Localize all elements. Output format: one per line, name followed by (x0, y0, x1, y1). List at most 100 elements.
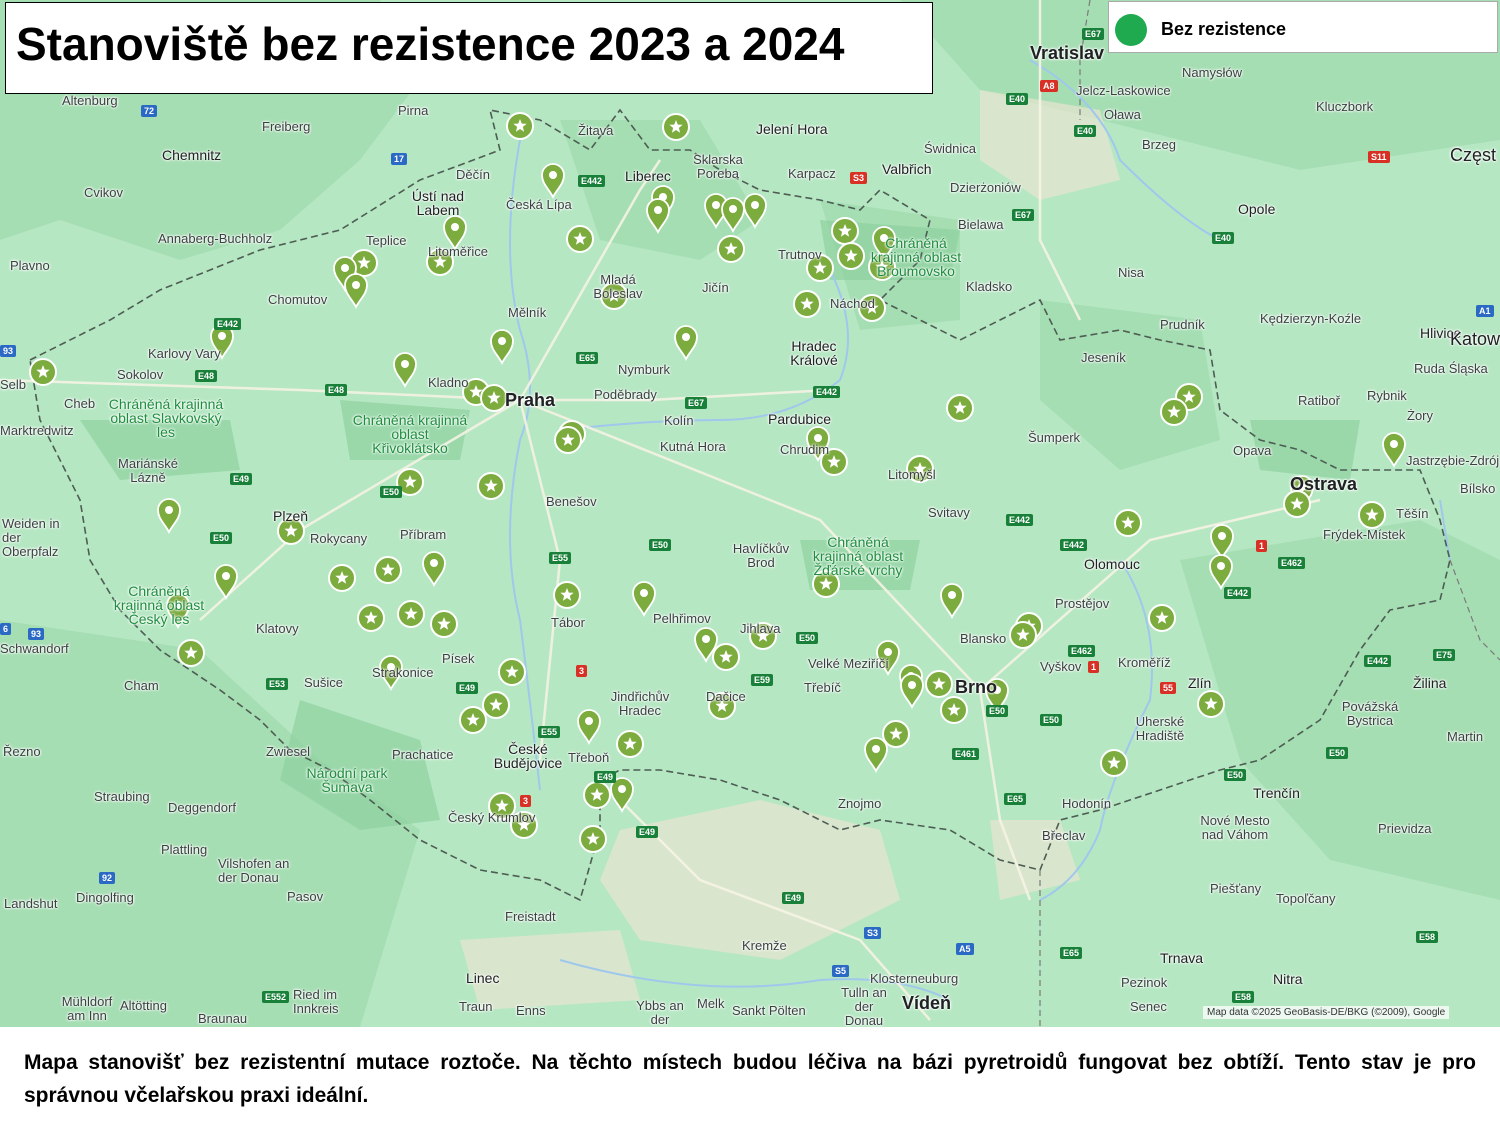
place-label: Jelení Hora (756, 121, 828, 137)
site-star-marker[interactable] (1114, 509, 1142, 537)
place-label: Prachatice (392, 747, 454, 762)
place-label: Świdnica (924, 141, 977, 156)
road-label: E75 (1433, 649, 1456, 661)
place-label: Žitava (578, 123, 614, 138)
site-star-marker[interactable] (1197, 690, 1225, 718)
site-star-marker[interactable] (925, 670, 953, 698)
place-label: Jelcz-Laskowice (1076, 83, 1171, 98)
place-label: Chemnitz (162, 147, 222, 163)
site-star-marker[interactable] (837, 242, 865, 270)
site-star-marker[interactable] (793, 290, 821, 318)
road-label: 1 (1088, 661, 1100, 673)
place-label: Melk (697, 996, 725, 1011)
site-star-marker[interactable] (477, 472, 505, 500)
place-label: Straubing (94, 789, 150, 804)
road-label: 93 (28, 628, 45, 640)
site-star-marker[interactable] (1160, 398, 1188, 426)
road-label: E50 (1224, 769, 1247, 781)
road-label: E442 (813, 386, 841, 398)
place-label: Český Krumlov (448, 810, 536, 825)
site-star-marker[interactable] (579, 825, 607, 853)
place-label: Písek (442, 651, 475, 666)
protected-area-label: Národní park Šumava (306, 765, 388, 795)
road-label: E49 (456, 682, 479, 694)
road-label: E462 (1068, 645, 1096, 657)
site-star-marker[interactable] (357, 604, 385, 632)
site-star-marker[interactable] (566, 225, 594, 253)
place-label: Jastrzębie-Zdrój (1406, 453, 1500, 468)
site-star-marker[interactable] (459, 706, 487, 734)
place-label: Svitavy (928, 505, 970, 520)
site-star-marker[interactable] (328, 564, 356, 592)
site-star-marker[interactable] (498, 658, 526, 686)
site-star-marker[interactable] (940, 696, 968, 724)
place-label: Karpacz (788, 166, 836, 181)
place-label: Marktredwitz (0, 423, 74, 438)
site-star-marker[interactable] (430, 610, 458, 638)
site-star-marker[interactable] (662, 113, 690, 141)
place-label: Landshut (4, 896, 58, 911)
site-star-marker[interactable] (717, 235, 745, 263)
site-star-marker[interactable] (480, 384, 508, 412)
title-box: Stanoviště bez rezistence 2023 a 2024 (5, 2, 933, 94)
site-star-marker[interactable] (374, 556, 402, 584)
site-star-marker[interactable] (1148, 604, 1176, 632)
site-star-marker[interactable] (506, 112, 534, 140)
place-label: Kroměříž (1118, 655, 1171, 670)
site-star-marker[interactable] (712, 643, 740, 671)
place-label: Kutná Hora (660, 439, 726, 454)
protected-area-label: Chráněná krajinná oblast Žďárské vrchy (812, 534, 904, 578)
road-label: 3 (576, 665, 588, 677)
place-label: Opava (1233, 443, 1272, 458)
place-label: Pirna (398, 103, 429, 118)
place-label: Nymburk (618, 362, 671, 377)
site-star-marker[interactable] (554, 426, 582, 454)
place-label: Uherské Hradiště (1135, 714, 1185, 743)
site-star-marker[interactable] (831, 217, 859, 245)
place-label: Strakonice (372, 665, 434, 680)
place-label: Ostrava (1290, 474, 1358, 494)
site-star-marker[interactable] (882, 720, 910, 748)
site-star-marker[interactable] (946, 394, 974, 422)
place-label: Częst (1450, 145, 1497, 165)
road-label: E442 (1224, 587, 1252, 599)
place-label: Annaberg-Buchholz (158, 231, 273, 246)
road-label: E50 (1040, 714, 1063, 726)
road-label: 17 (391, 153, 408, 165)
road-label: A1 (1476, 305, 1494, 317)
road-label: E65 (576, 352, 599, 364)
place-label: Vídeň (902, 993, 952, 1013)
place-label: Altötting (120, 998, 167, 1013)
place-label: Břeclav (1042, 828, 1086, 843)
place-label: Mariánské Lázně (118, 456, 178, 485)
site-star-marker[interactable] (583, 781, 611, 809)
place-label: Freistadt (505, 909, 556, 924)
place-label: Jihlava (740, 621, 781, 636)
place-label: Martin (1447, 729, 1484, 744)
place-label: Česká Lípa (506, 197, 572, 212)
site-star-marker[interactable] (397, 600, 425, 628)
place-label: Povážská Bystrica (1341, 699, 1399, 728)
map[interactable]: Vratislav Namysłów Jelcz-Laskowice Oława… (0, 0, 1500, 1027)
site-star-marker[interactable] (1283, 490, 1311, 518)
place-label: Namysłów (1182, 65, 1242, 80)
site-star-marker[interactable] (553, 581, 581, 609)
place-label: Vilshofen an der Donau (218, 856, 290, 885)
place-label: Żory (1407, 408, 1433, 423)
protected-area-label: Chráněná krajinná oblast Křivoklátsko (352, 412, 468, 456)
site-star-marker[interactable] (29, 358, 57, 386)
site-star-marker[interactable] (1358, 501, 1386, 529)
road-label: E58 (1232, 991, 1255, 1003)
road-label: E65 (1060, 947, 1083, 959)
site-star-marker[interactable] (482, 691, 510, 719)
road-label: E48 (195, 370, 218, 382)
site-star-marker[interactable] (1009, 621, 1037, 649)
site-star-marker[interactable] (616, 730, 644, 758)
place-label: Cheb (64, 396, 96, 411)
road-label: E40 (1006, 93, 1029, 105)
road-label: E40 (1212, 232, 1235, 244)
site-star-marker[interactable] (1100, 749, 1128, 777)
place-label: Plavno (10, 258, 50, 273)
site-star-marker[interactable] (177, 639, 205, 667)
place-label: Litomyšl (888, 467, 936, 482)
